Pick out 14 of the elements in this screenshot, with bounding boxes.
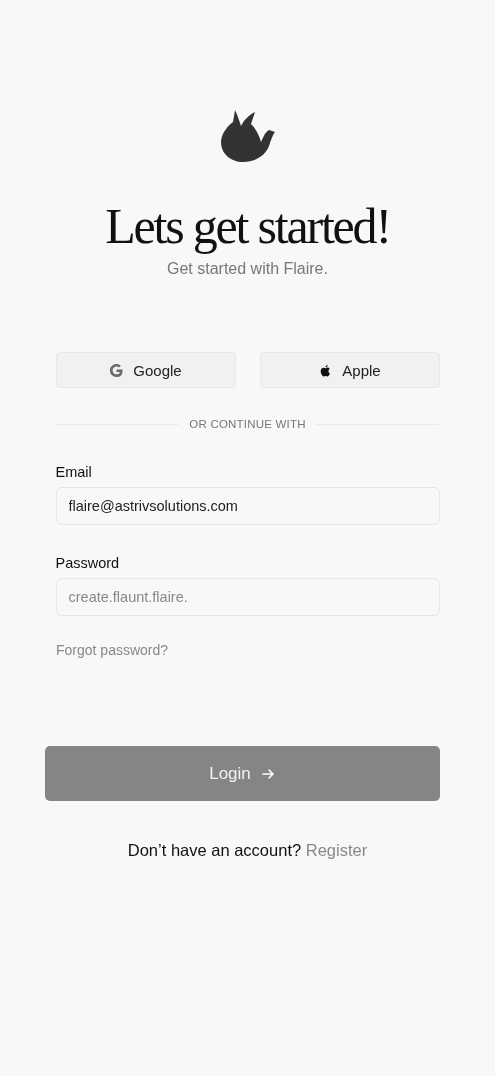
google-login-button[interactable]: Google [55,352,236,388]
flame-logo-icon [220,110,275,162]
apple-login-button[interactable]: Apple [259,352,440,388]
page-subtitle: Get started with Flaire. [167,260,328,278]
input-field[interactable]: flaire@astrivsolutions.com [55,487,440,525]
field-label: Email [55,464,93,480]
page-title: Lets get started! [105,197,390,256]
field-label: Password [55,555,121,571]
arrow-right-icon [260,766,275,781]
footer-text: Don’t have an account? [127,841,302,859]
forgot-password-link[interactable]: Forgot password? [56,642,169,658]
google-g-icon [109,362,125,378]
input-field[interactable]: create.flaunt.flaire. [55,578,440,616]
divider-label: OR CONTINUE WITH [189,418,306,430]
